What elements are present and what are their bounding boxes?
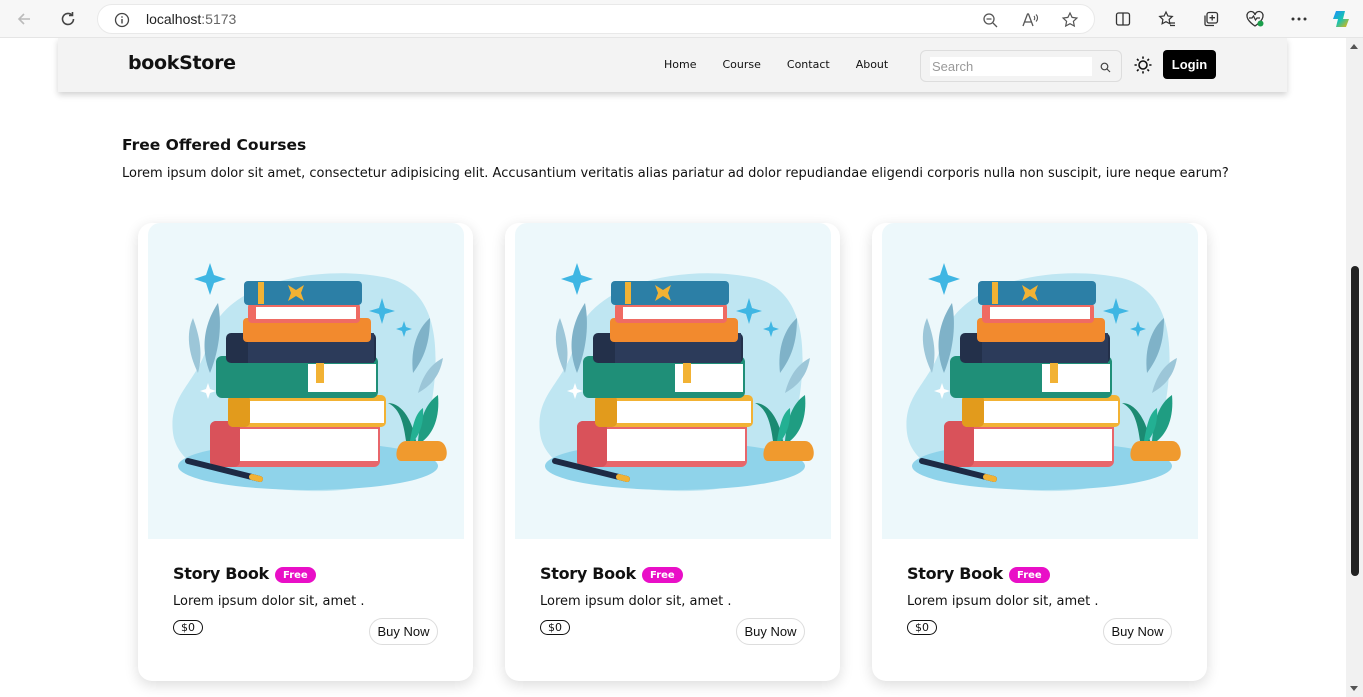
- buy-now-button[interactable]: Buy Now: [369, 618, 438, 645]
- nav-contact[interactable]: Contact: [787, 58, 830, 71]
- search-box: [920, 50, 1122, 82]
- favorites-icon[interactable]: [1155, 7, 1179, 31]
- zoom-icon[interactable]: [980, 10, 1000, 30]
- collections-icon[interactable]: [1199, 7, 1223, 31]
- vertical-scrollbar[interactable]: [1346, 38, 1363, 697]
- page-viewport: bookStore Home Course Contact About Logi…: [0, 38, 1346, 697]
- book-stack-illustration: [882, 223, 1198, 539]
- free-badge: Free: [275, 567, 316, 583]
- search-input[interactable]: [930, 57, 1092, 76]
- reload-icon[interactable]: [56, 7, 80, 31]
- card-title: Story Book: [173, 564, 269, 583]
- more-options-icon[interactable]: [1287, 7, 1311, 31]
- card-title: Story Book: [907, 564, 1003, 583]
- url-port: :5173: [201, 11, 237, 27]
- section-title: Free Offered Courses: [122, 136, 307, 154]
- nav-about[interactable]: About: [856, 58, 889, 71]
- site-navbar: bookStore Home Course Contact About Logi…: [58, 38, 1287, 92]
- login-button[interactable]: Login: [1163, 50, 1216, 79]
- book-stack-illustration: [515, 223, 831, 539]
- card-description: Lorem ipsum dolor sit, amet .: [173, 594, 365, 609]
- back-arrow-icon[interactable]: [12, 7, 36, 31]
- nav-home[interactable]: Home: [664, 58, 696, 71]
- nav-menu: Home Course Contact About: [664, 58, 914, 71]
- card-description: Lorem ipsum dolor sit, amet .: [540, 594, 732, 609]
- search-icon[interactable]: [1097, 59, 1113, 75]
- free-badge: Free: [642, 567, 683, 583]
- url-text: localhost:5173: [146, 11, 236, 27]
- section-description: Lorem ipsum dolor sit amet, consectetur …: [122, 166, 1229, 181]
- book-stack-illustration: [148, 223, 464, 539]
- scrollbar-thumb[interactable]: [1351, 266, 1359, 576]
- favorite-star-icon[interactable]: [1060, 10, 1080, 30]
- address-bar[interactable]: localhost:5173: [97, 4, 1095, 34]
- course-card[interactable]: Story Book Free Lorem ipsum dolor sit, a…: [138, 223, 473, 681]
- site-info-icon[interactable]: [112, 10, 132, 30]
- read-aloud-icon[interactable]: [1020, 10, 1040, 30]
- card-description: Lorem ipsum dolor sit, amet .: [907, 594, 1099, 609]
- course-card[interactable]: Story Book Free Lorem ipsum dolor sit, a…: [872, 223, 1207, 681]
- nav-course[interactable]: Course: [722, 58, 760, 71]
- url-host: localhost: [146, 11, 202, 27]
- sun-icon[interactable]: [1131, 53, 1155, 77]
- split-screen-icon[interactable]: [1111, 7, 1135, 31]
- buy-now-button[interactable]: Buy Now: [1103, 618, 1172, 645]
- scroll-up-arrow-icon[interactable]: [1350, 44, 1358, 49]
- buy-now-button[interactable]: Buy Now: [736, 618, 805, 645]
- scroll-down-arrow-icon[interactable]: [1350, 686, 1358, 691]
- browser-toolbar: localhost:5173: [0, 0, 1363, 38]
- price-tag: $0: [907, 620, 937, 635]
- browser-essentials-icon[interactable]: [1243, 7, 1267, 31]
- brand-logo[interactable]: bookStore: [128, 52, 236, 74]
- course-card[interactable]: Story Book Free Lorem ipsum dolor sit, a…: [505, 223, 840, 681]
- copilot-icon[interactable]: [1329, 7, 1353, 31]
- free-badge: Free: [1009, 567, 1050, 583]
- price-tag: $0: [173, 620, 203, 635]
- price-tag: $0: [540, 620, 570, 635]
- card-title: Story Book: [540, 564, 636, 583]
